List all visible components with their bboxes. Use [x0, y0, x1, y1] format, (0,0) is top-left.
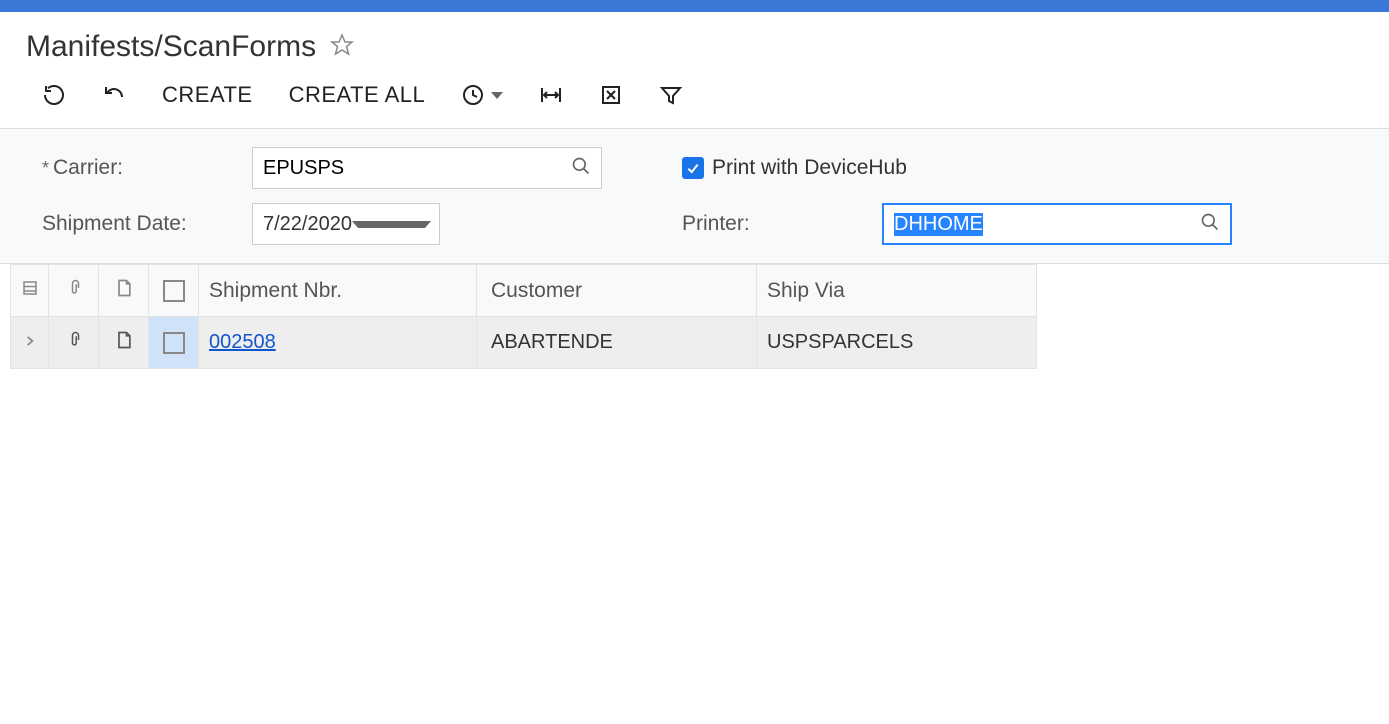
row-expand-icon[interactable] — [11, 317, 49, 369]
app-top-bar — [0, 0, 1389, 12]
printer-label: Printer: — [682, 212, 750, 236]
toolbar: CREATE CREATE ALL — [0, 74, 1389, 129]
favorite-star-icon[interactable] — [330, 33, 354, 62]
shipment-nbr-link[interactable]: 002508 — [209, 331, 276, 353]
carrier-input[interactable] — [253, 148, 561, 188]
schedule-dropdown-button[interactable] — [461, 83, 503, 107]
printer-input[interactable] — [884, 205, 1190, 243]
page-title-bar: Manifests/ScanForms — [0, 12, 1389, 74]
col-select-all-header[interactable] — [149, 265, 199, 317]
page-title: Manifests/ScanForms — [26, 30, 316, 64]
shipments-grid-wrapper: Shipment Nbr. Customer Ship Via 002508 A… — [0, 264, 1389, 369]
table-row[interactable]: 002508 ABARTENDE USPSPARCELS — [11, 317, 1037, 369]
carrier-label: Carrier: — [53, 156, 123, 180]
create-button[interactable]: CREATE — [162, 82, 253, 108]
search-icon[interactable] — [1190, 212, 1230, 237]
col-notes-header[interactable] — [99, 265, 149, 317]
row-notes-icon[interactable] — [99, 317, 149, 369]
print-devicehub-label: Print with DeviceHub — [712, 156, 907, 180]
export-excel-button[interactable] — [599, 83, 623, 107]
col-shipment-nbr-header[interactable]: Shipment Nbr. — [199, 265, 477, 317]
col-files-header[interactable] — [49, 265, 99, 317]
ship-via-cell: USPSPARCELS — [757, 317, 1037, 369]
row-select-checkbox[interactable] — [149, 317, 199, 369]
shipment-date-selector[interactable]: 7/22/2020 — [252, 203, 440, 245]
fit-columns-button[interactable] — [539, 83, 563, 107]
refresh-button[interactable] — [42, 83, 66, 107]
shipments-grid: Shipment Nbr. Customer Ship Via 002508 A… — [10, 264, 1037, 369]
row-files-icon[interactable] — [49, 317, 99, 369]
col-ship-via-header[interactable]: Ship Via — [757, 265, 1037, 317]
caret-down-icon — [491, 92, 503, 99]
customer-cell: ABARTENDE — [477, 317, 757, 369]
shipment-date-value: 7/22/2020 — [263, 213, 352, 236]
required-asterisk: * — [42, 158, 49, 179]
carrier-input-wrapper[interactable] — [252, 147, 602, 189]
filter-button[interactable] — [659, 83, 683, 107]
caret-down-icon — [352, 221, 431, 228]
search-icon[interactable] — [561, 156, 601, 181]
create-all-button[interactable]: CREATE ALL — [289, 82, 426, 108]
filter-form: * Carrier: Print with DeviceHub Shipment… — [0, 129, 1389, 264]
print-devicehub-checkbox[interactable] — [682, 157, 704, 179]
col-customer-header[interactable]: Customer — [477, 265, 757, 317]
undo-button[interactable] — [102, 83, 126, 107]
printer-input-wrapper[interactable] — [882, 203, 1232, 245]
col-selector-header[interactable] — [11, 265, 49, 317]
shipment-date-label: Shipment Date: — [42, 212, 187, 236]
